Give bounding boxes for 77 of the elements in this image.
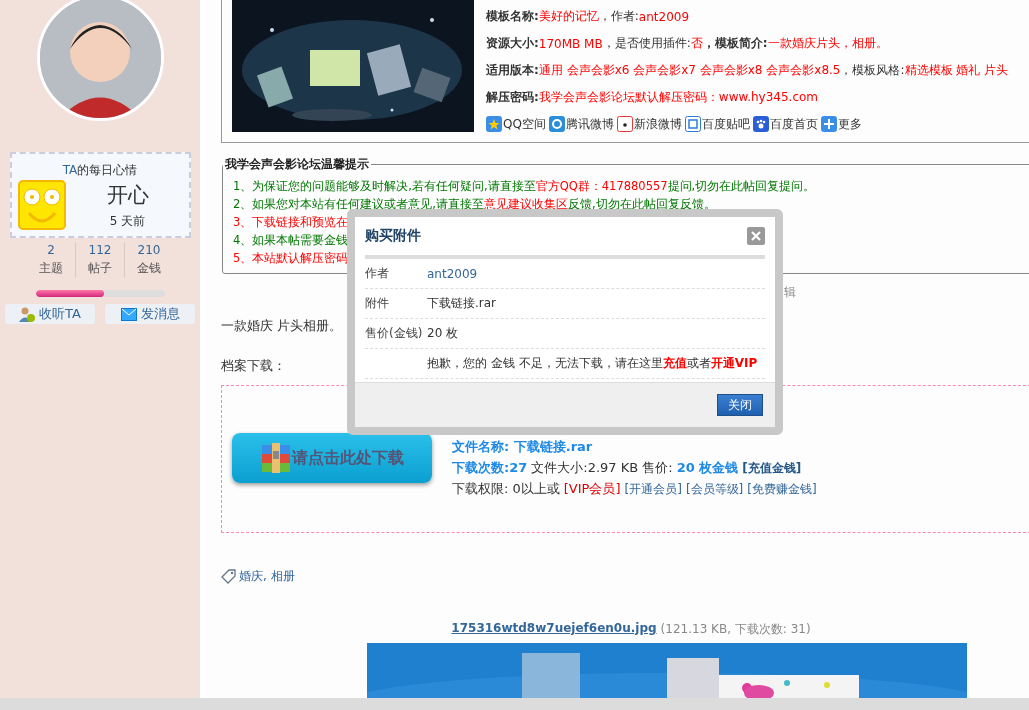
- circle-icon: [548, 116, 565, 132]
- field-label: 附件: [365, 295, 390, 312]
- value-text: 否: [690, 35, 703, 52]
- share-link[interactable]: 百度贴吧: [684, 115, 750, 133]
- field-value: 下载链接.rar: [427, 295, 497, 312]
- value-text: 通用 会声会影x6 会声会影x7 会声会影x8 会声会影x8.5: [538, 62, 841, 79]
- value-text: 一款婚庆片头，相册。: [767, 35, 888, 52]
- close-button[interactable]: [747, 227, 765, 245]
- emoticon-icon: [16, 179, 67, 231]
- download-heading: 档案下载：: [221, 357, 286, 375]
- attachment-link[interactable]: 175316wtd8w7uejef6en0u.jpg: [451, 621, 657, 638]
- plus-icon: [820, 116, 837, 132]
- envelope-icon: [120, 307, 137, 321]
- mood-time: 5 天前: [109, 212, 146, 230]
- message-text: 抱歉，您的 金钱 不足，无法下载，请在这里充值或者开通VIP: [427, 355, 758, 372]
- label-text: 适用版本:: [486, 62, 539, 79]
- user-icon: [19, 306, 36, 322]
- follow-button[interactable]: 收听TA: [5, 304, 95, 324]
- file-info: 文件名称: 下载链接.rar: [452, 438, 593, 456]
- share-link[interactable]: 更多: [820, 115, 862, 133]
- label-text: 模板名称:: [486, 8, 539, 25]
- label-text: 资源大小:: [486, 35, 539, 52]
- paw-icon: [752, 116, 769, 132]
- close-button[interactable]: 关闭: [717, 394, 763, 416]
- text: 下载权限: 0以上或: [452, 480, 560, 498]
- notice-title: 我学会声会影论坛温馨提示: [224, 156, 370, 173]
- notice-text: 提问,切勿在此帖回复提问。: [667, 178, 816, 194]
- text: ，作者:: [598, 8, 639, 25]
- stat-label: 帖子: [88, 260, 112, 277]
- stat-value[interactable]: 2: [47, 243, 55, 257]
- stat-label: 主题: [39, 260, 63, 277]
- value-text: 美好的记忆: [538, 8, 599, 25]
- value-text: ant2009: [638, 9, 690, 24]
- mood-label: 开心: [106, 181, 149, 209]
- label-text: ，模板简介:: [702, 35, 768, 52]
- post-text: 一款婚庆 片头相册。: [221, 317, 343, 335]
- text: ，是否使用插件:: [602, 35, 691, 52]
- stat-value[interactable]: 210: [137, 243, 161, 257]
- dialog-title: 购买附件: [365, 227, 421, 245]
- link[interactable]: [免费赚金钱]: [747, 480, 817, 498]
- share-link[interactable]: 腾讯微博: [548, 115, 614, 133]
- square-icon: [684, 116, 701, 132]
- notice-text: 4、如果本帖需要金钱: [233, 232, 349, 248]
- tag-icon: [221, 569, 236, 584]
- notice-text: 3、下载链接和预览在: [233, 214, 349, 230]
- share-link[interactable]: 新浪微博: [616, 115, 682, 133]
- tag-link[interactable]: 婚庆, 相册: [239, 568, 295, 585]
- field-label: 售价(金钱): [365, 325, 424, 342]
- mood-title: TA的每日心情: [62, 162, 138, 179]
- label-text: 解压密码:: [486, 89, 539, 106]
- share-link[interactable]: QQ空间: [486, 115, 546, 133]
- link[interactable]: [充值金钱]: [742, 459, 802, 477]
- notice-text: 5、本站默认解压密码: [233, 250, 349, 266]
- text: 文件大小:2.97 KB 售价:: [531, 459, 673, 477]
- file-info: 下载次数:27: [452, 459, 528, 477]
- text: ，模板风格:: [840, 62, 905, 79]
- stat-label: 金钱: [137, 260, 161, 277]
- notice-text: 1、为保证您的问题能够及时解决,若有任何疑问,请直接至: [233, 178, 536, 194]
- notice-text: 官方QQ群：417880557: [535, 178, 668, 194]
- star-icon: [486, 116, 502, 132]
- horizontal-scrollbar[interactable]: [0, 698, 1029, 710]
- attachment-info: (121.13 KB, 下载次数: 31): [660, 621, 811, 638]
- edit-link[interactable]: 辑: [784, 284, 796, 301]
- message-button[interactable]: 发消息: [105, 304, 195, 324]
- field-label: 作者: [365, 265, 390, 282]
- archive-icon: [260, 442, 292, 474]
- link[interactable]: [会员等级]: [685, 480, 744, 498]
- value-text: 我学会声会影论坛默认解压密码：www.hy345.com: [538, 89, 819, 106]
- link[interactable]: [开通会员]: [624, 480, 682, 498]
- notice-text: [VIP会员]: [563, 480, 621, 498]
- field-value[interactable]: ant2009: [427, 266, 478, 281]
- share-link[interactable]: 百度首页: [752, 115, 818, 133]
- close-icon: [751, 231, 761, 241]
- field-value: 20 枚: [427, 325, 459, 342]
- value-text: 170MB MB: [538, 36, 603, 51]
- file-info: 20 枚金钱: [676, 459, 739, 477]
- stat-value[interactable]: 112: [88, 243, 112, 257]
